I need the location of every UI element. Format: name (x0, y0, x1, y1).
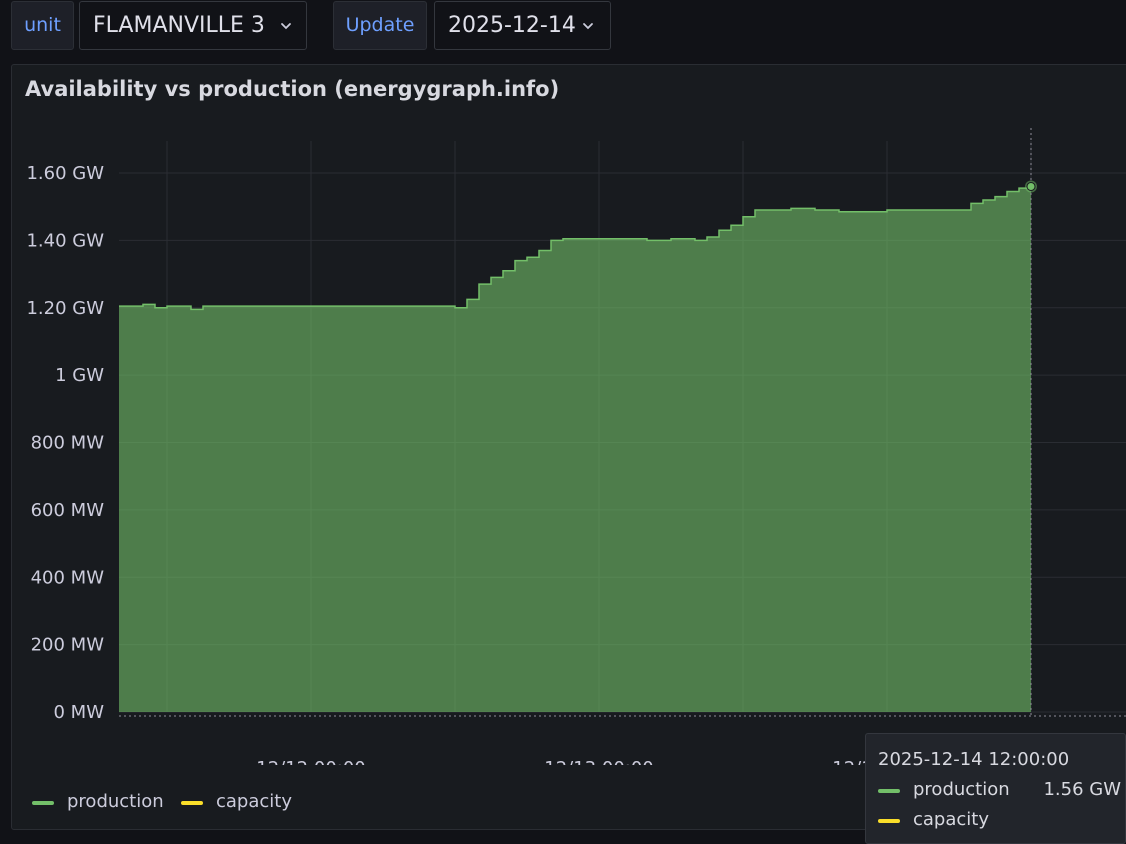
hover-point (1026, 181, 1036, 191)
tooltip-row-production: production 1.56 GW (878, 779, 1121, 801)
tooltip-series-name: production (913, 779, 1010, 800)
y-tick-label: 1.60 GW (26, 163, 104, 184)
tooltip-swatch-production (878, 789, 900, 793)
time-series-chart[interactable]: 0 MW 200 MW 400 MW 600 MW 800 MW 1 GW 1.20 GW 1… (12, 65, 1126, 765)
tooltip-time: 2025-12-14 12:00:00 (878, 749, 1070, 770)
y-tick-label: 1.20 GW (26, 298, 104, 319)
legend-swatch-production (32, 801, 54, 805)
unit-select[interactable]: FLAMANVILLE 3 (79, 1, 307, 50)
y-tick-label: 0 MW (53, 702, 104, 723)
tooltip-series-value: 1.56 GW (1043, 779, 1121, 800)
unit-select-value: FLAMANVILLE 3 (93, 13, 265, 38)
x-tick-label: 12/13 00:00 (544, 758, 653, 765)
hover-tooltip: 2025-12-14 12:00:00 production 1.56 GW c… (865, 733, 1126, 844)
dashboard-variables-bar: unit FLAMANVILLE 3 Update 2025-12-14 (0, 0, 1126, 60)
y-tick-label: 200 MW (31, 635, 105, 656)
tooltip-swatch-capacity (878, 819, 900, 823)
legend-label: production (67, 791, 164, 812)
update-date-select-value: 2025-12-14 (448, 13, 576, 38)
y-tick-label: 600 MW (31, 500, 105, 521)
tooltip-row-capacity: capacity (878, 809, 1118, 831)
legend-label: capacity (216, 791, 292, 812)
y-tick-label: 1.40 GW (26, 230, 104, 251)
x-tick-label: 12/12 00:00 (256, 758, 365, 765)
legend-swatch-capacity (181, 801, 203, 805)
update-date-select[interactable]: 2025-12-14 (434, 1, 611, 50)
y-tick-label: 800 MW (31, 433, 105, 454)
tooltip-series-name: capacity (913, 809, 989, 830)
y-tick-label: 400 MW (31, 567, 105, 588)
chevron-down-icon (281, 23, 291, 30)
variable-label-update: Update (333, 1, 427, 50)
y-tick-label: 1 GW (55, 365, 104, 386)
production-area (119, 186, 1031, 713)
variable-label-unit: unit (11, 1, 74, 50)
chevron-down-icon (583, 23, 593, 30)
availability-panel: Availability vs production (energygraph.… (11, 64, 1126, 830)
